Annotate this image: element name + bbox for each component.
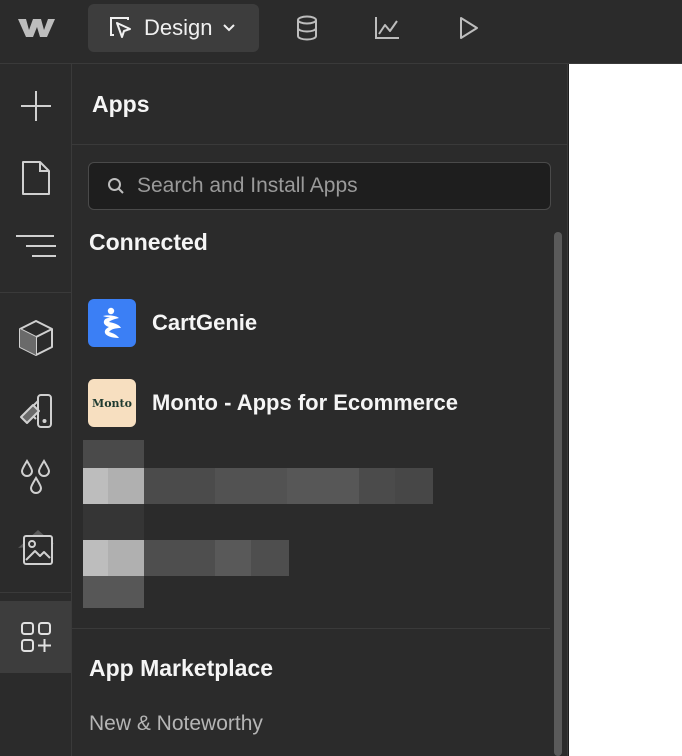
cms-button[interactable] xyxy=(291,12,323,44)
style-selectors-button[interactable] xyxy=(0,374,71,446)
app-name: Monto - Apps for Ecommerce xyxy=(152,390,458,415)
design-canvas[interactable] xyxy=(569,64,682,756)
app-item-monto[interactable]: Monto Monto - Apps for Ecommerce xyxy=(88,378,548,428)
monto-logo-icon: Monto xyxy=(88,379,136,427)
design-mode-button[interactable]: Design xyxy=(88,4,259,52)
components-button[interactable] xyxy=(0,302,71,374)
app-item-cartgenie[interactable]: CartGenie xyxy=(88,298,548,348)
add-elements-button[interactable] xyxy=(0,70,71,142)
monto-logo-text: Monto xyxy=(92,396,132,410)
page-icon xyxy=(21,161,50,195)
apps-panel: Apps Connected CartGenie Monto Monto - A… xyxy=(72,64,568,756)
plus-icon xyxy=(20,91,51,121)
variables-button[interactable] xyxy=(0,442,71,514)
navigator-icon xyxy=(15,235,56,257)
chevron-down-icon xyxy=(223,24,236,32)
line-chart-icon xyxy=(375,17,399,39)
design-mode-label: Design xyxy=(144,15,213,40)
preview-button[interactable] xyxy=(452,12,484,44)
navigator-button[interactable] xyxy=(0,210,71,282)
panel-title: Apps xyxy=(92,91,150,117)
database-icon xyxy=(297,15,317,41)
top-bar: Design xyxy=(0,0,682,64)
left-toolbar xyxy=(0,64,72,756)
paint-swatch-icon xyxy=(19,394,52,428)
redacted-app-list xyxy=(83,440,433,608)
webflow-logo-icon xyxy=(18,19,55,37)
search-box[interactable] xyxy=(88,162,551,210)
cartgenie-logo-icon xyxy=(88,299,136,347)
analyze-button[interactable] xyxy=(371,12,403,44)
apps-icon xyxy=(20,622,51,652)
pages-button[interactable] xyxy=(0,142,71,214)
play-icon xyxy=(460,17,478,39)
drops-icon xyxy=(20,459,50,494)
cursor-icon xyxy=(110,17,131,38)
app-name: CartGenie xyxy=(152,310,258,335)
app-marketplace-heading: App Marketplace xyxy=(89,655,274,681)
scrollbar[interactable] xyxy=(554,232,562,756)
search-icon xyxy=(108,178,124,194)
apps-button[interactable] xyxy=(0,601,71,673)
assets-button[interactable] xyxy=(0,512,71,584)
image-icon xyxy=(17,530,54,565)
webflow-logo[interactable] xyxy=(0,0,72,56)
scrollbar-thumb[interactable] xyxy=(554,232,562,756)
connected-heading: Connected xyxy=(89,229,208,255)
new-noteworthy-heading: New & Noteworthy xyxy=(89,712,263,735)
cube-icon xyxy=(18,320,53,356)
search-input[interactable] xyxy=(137,174,537,198)
panel-header: Apps xyxy=(72,64,568,145)
